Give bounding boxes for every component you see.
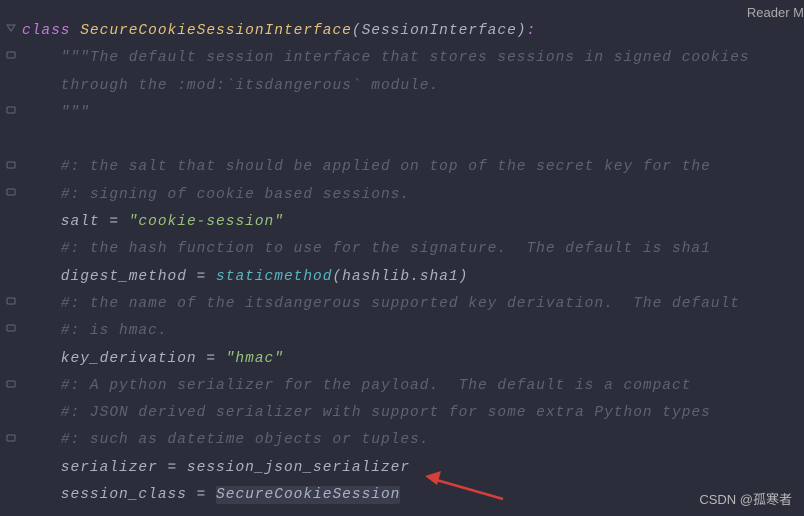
fold-icon[interactable] [5, 432, 17, 444]
highlighted-symbol: SecureCookieSession [216, 486, 400, 504]
code-line: #: such as datetime objects or tuples. [22, 427, 804, 454]
code-line: #: the hash function to use for the sign… [22, 236, 804, 263]
editor-gutter [0, 0, 22, 516]
annotation-arrow-icon [425, 471, 505, 501]
code-line: through the :mod:`itsdangerous` module. [22, 73, 804, 100]
fold-icon[interactable] [5, 159, 17, 171]
code-editor-content[interactable]: class SecureCookieSessionInterface(Sessi… [22, 18, 804, 509]
code-line: class SecureCookieSessionInterface(Sessi… [22, 18, 804, 45]
fold-icon[interactable] [5, 49, 17, 61]
code-line [22, 127, 804, 154]
code-line: session_class = SecureCookieSession [22, 482, 804, 509]
code-line: serializer = session_json_serializer [22, 455, 804, 482]
code-line: #: the salt that should be applied on to… [22, 154, 804, 181]
fold-icon[interactable] [5, 378, 17, 390]
code-line: key_derivation = "hmac" [22, 346, 804, 373]
code-line: """The default session interface that st… [22, 45, 804, 72]
fold-icon[interactable] [5, 295, 17, 307]
fold-icon[interactable] [5, 104, 17, 116]
code-line: #: is hmac. [22, 318, 804, 345]
watermark-text: CSDN @孤寒者 [699, 489, 792, 508]
fold-icon[interactable] [5, 186, 17, 198]
code-line: #: JSON derived serializer with support … [22, 400, 804, 427]
code-line: """ [22, 100, 804, 127]
fold-icon[interactable] [5, 22, 17, 34]
code-line: digest_method = staticmethod(hashlib.sha… [22, 264, 804, 291]
code-line: salt = "cookie-session" [22, 209, 804, 236]
code-line: #: the name of the itsdangerous supporte… [22, 291, 804, 318]
fold-icon[interactable] [5, 322, 17, 334]
code-line: #: A python serializer for the payload. … [22, 373, 804, 400]
code-line: #: signing of cookie based sessions. [22, 182, 804, 209]
